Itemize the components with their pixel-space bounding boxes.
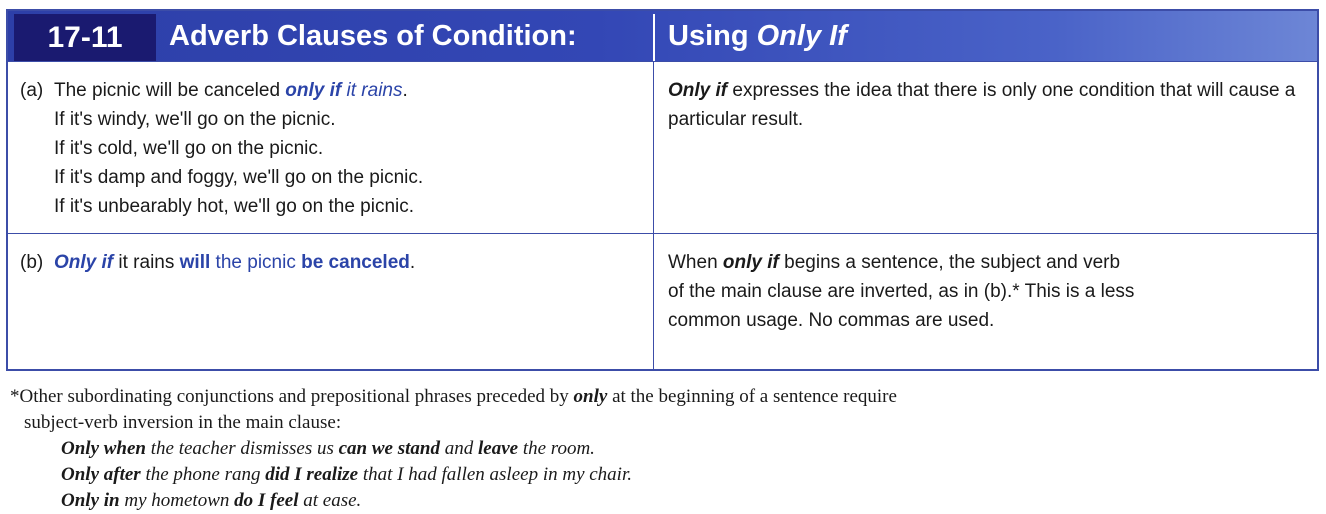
chart-title: Adverb Clauses of Condition: — [169, 19, 577, 52]
example-line: If it's cold, we'll go on the picnic. — [54, 138, 324, 159]
chart-number: 17-11 — [14, 14, 156, 61]
examples-cell-a: (a) The picnic will be canceled only if i… — [20, 76, 640, 221]
explanation-text: begins a sentence, the subject and verb — [778, 252, 1121, 273]
explanation-cell-a: Only if expresses the idea that there is… — [668, 76, 1308, 134]
footnote: *Other subordinating conjunctions and pr… — [10, 384, 1310, 514]
explanation-keyword: Only if — [668, 80, 728, 101]
chart-subtitle: Using Only If — [668, 11, 847, 61]
example-punct: . — [402, 80, 408, 101]
footnote-example-2: Only after the phone rang did I realize … — [10, 462, 1310, 488]
explanation-cell-b: When only if begins a sentence, the subj… — [668, 248, 1308, 335]
example-text: and — [439, 438, 478, 459]
footnote-text: at the beginning of a sentence require — [607, 386, 897, 407]
example-keyword: Only after — [61, 464, 141, 485]
example-line: If it's windy, we'll go on the picnic. — [54, 109, 336, 130]
example-line: If it's damp and foggy, we'll go on the … — [54, 167, 424, 188]
explanation-line: When only if begins a sentence, the subj… — [668, 248, 1308, 277]
example-line: If it's unbearably hot, we'll go on the … — [54, 196, 415, 217]
grammar-chart: 17-11 Adverb Clauses of Condition: Using… — [6, 9, 1319, 371]
footnote-intro-line2: subject-verb inversion in the main claus… — [24, 412, 342, 433]
example-text: the phone rang — [140, 464, 266, 485]
example-text: the room. — [518, 438, 595, 459]
inverted-verb: be canceled — [301, 252, 410, 273]
example-keyword: can we stand — [338, 438, 440, 459]
explanation-text: expresses the idea that there is only on… — [668, 80, 1296, 130]
condition-clause: it rains — [341, 80, 403, 101]
footnote-intro: *Other subordinating conjunctions and pr… — [10, 384, 1310, 410]
explanation-text: When — [668, 252, 723, 273]
keyword-only-if: Only if — [54, 252, 114, 273]
footnote-example-3: Only in my hometown do I feel at ease. — [10, 488, 1310, 514]
header-divider — [653, 14, 655, 61]
examples-cell-b: (b) Only if it rains will the picnic be c… — [20, 248, 640, 277]
example-keyword: leave — [477, 438, 519, 459]
subtitle-prefix: Using — [668, 19, 749, 52]
subject-phrase: the picnic — [210, 252, 302, 273]
example-text: the teacher dismisses us — [146, 438, 339, 459]
example-keyword: Only when — [61, 438, 146, 459]
explanation-line: common usage. No commas are used. — [668, 310, 995, 331]
example-punct: . — [409, 252, 416, 273]
keyword-only-if: only if — [285, 80, 342, 101]
explanation-line: of the main clause are inverted, as in (… — [668, 281, 1135, 302]
example-a-line: (a) The picnic will be canceled only if i… — [20, 76, 640, 105]
subtitle-italic: Only If — [756, 19, 847, 52]
footnote-text: *Other subordinating conjunctions and pr… — [10, 386, 574, 407]
footnote-example-1: Only when the teacher dismisses us can w… — [10, 436, 1310, 462]
example-row-b: (b) Only if it rains will the picnic be c… — [8, 233, 1317, 370]
inverted-auxiliary: will — [179, 252, 211, 273]
example-text: The picnic will be canceled — [54, 80, 286, 101]
example-label: (b) — [20, 252, 44, 273]
example-label: (a) — [20, 80, 44, 101]
footnote-keyword: only — [573, 386, 608, 407]
example-row-a: (a) The picnic will be canceled only if i… — [8, 61, 1317, 234]
chart-header: 17-11 Adverb Clauses of Condition: Using… — [8, 11, 1317, 61]
example-text: it rains — [113, 252, 180, 273]
explanation-keyword: only if — [722, 252, 779, 273]
example-text: that I had fallen asleep in my chair. — [358, 464, 633, 485]
example-keyword: did I realize — [265, 464, 359, 485]
